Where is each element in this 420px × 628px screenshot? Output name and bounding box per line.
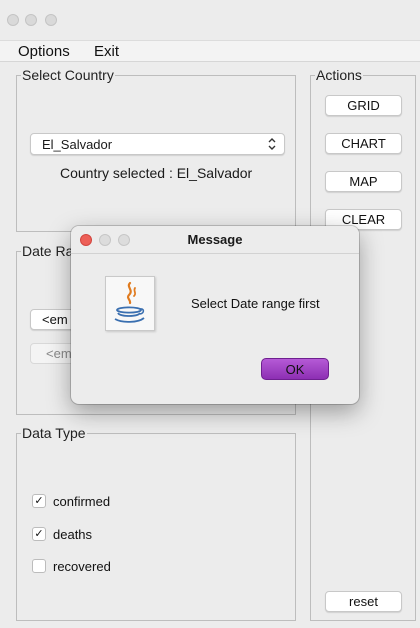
- menu-options[interactable]: Options: [18, 43, 70, 60]
- updown-chevron-icon: [267, 136, 277, 155]
- start-date-button-label: <em: [42, 312, 68, 327]
- empty-checkbox-icon[interactable]: [32, 559, 46, 573]
- ok-button[interactable]: OK: [261, 358, 329, 380]
- window-titlebar: [0, 0, 420, 40]
- select-country-legend: Select Country: [21, 67, 115, 83]
- checkmark-icon[interactable]: ✓: [32, 494, 46, 508]
- actions-legend: Actions: [315, 67, 363, 83]
- checkbox-recovered-label: recovered: [53, 558, 111, 574]
- menu-exit[interactable]: Exit: [94, 43, 119, 60]
- zoom-window-icon[interactable]: [45, 14, 57, 26]
- checkbox-confirmed-row[interactable]: ✓ confirmed: [32, 492, 110, 510]
- country-selected-status: Country selected : El_Salvador: [60, 165, 253, 181]
- chart-button[interactable]: CHART: [325, 133, 402, 154]
- data-type-legend: Data Type: [21, 425, 87, 441]
- country-select-value: El_Salvador: [42, 137, 113, 152]
- grid-button[interactable]: GRID: [325, 95, 402, 116]
- menu-bar: Options Exit: [0, 40, 420, 62]
- checkbox-deaths-label: deaths: [53, 526, 93, 542]
- dialog-titlebar: Message: [71, 226, 359, 254]
- checkmark-icon[interactable]: ✓: [32, 527, 46, 541]
- checkbox-recovered-row[interactable]: recovered: [32, 557, 111, 575]
- dialog-title: Message: [187, 232, 243, 247]
- end-date-button-label: <em: [46, 346, 72, 361]
- app-window: Options Exit Select Country El_Salvador …: [0, 0, 420, 628]
- select-country-group: Select Country El_Salvador Country selec…: [16, 67, 296, 232]
- dialog-message: Select Date range first: [191, 296, 320, 311]
- reset-button[interactable]: reset: [325, 591, 402, 612]
- close-window-icon[interactable]: [7, 14, 19, 26]
- country-select[interactable]: El_Salvador: [30, 133, 285, 155]
- checkbox-confirmed-label: confirmed: [53, 493, 111, 509]
- date-range-legend: Date Ra: [21, 243, 75, 259]
- checkbox-deaths-row[interactable]: ✓ deaths: [32, 525, 92, 543]
- map-button[interactable]: MAP: [325, 171, 402, 192]
- java-icon: [105, 276, 155, 331]
- message-dialog: Message Select Date range first OK: [71, 226, 359, 404]
- minimize-window-icon[interactable]: [25, 14, 37, 26]
